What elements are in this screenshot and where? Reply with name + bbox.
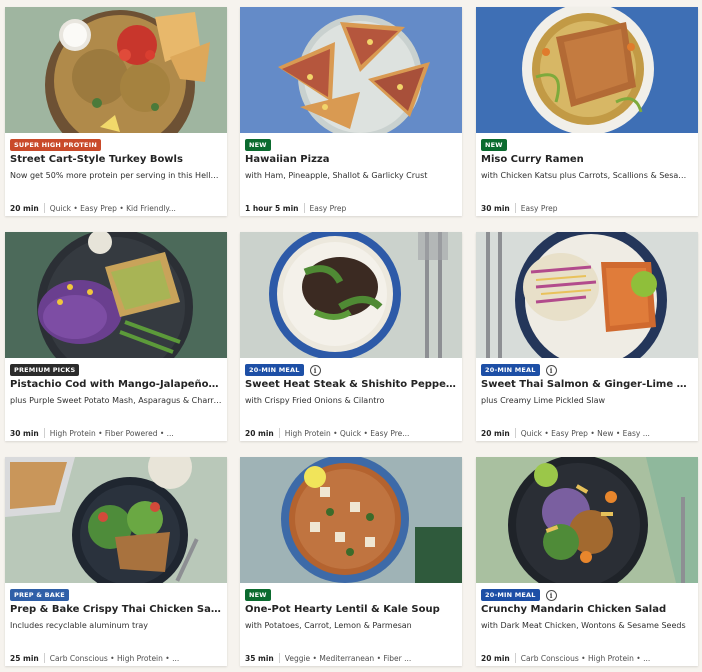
recipe-meta: 30 min High Protein • Fiber Powered • ..… <box>10 428 222 438</box>
recipe-title[interactable]: Miso Curry Ramen <box>481 154 693 165</box>
recipe-photo[interactable] <box>240 7 462 133</box>
recipe-photo[interactable] <box>240 457 462 583</box>
recipe-card-hawaiian-pizza[interactable]: NEW Hawaiian Pizza with Ham, Pineapple, … <box>240 7 462 216</box>
recipe-card-lentil-kale-soup[interactable]: NEW One-Pot Hearty Lentil & Kale Soup wi… <box>240 457 462 666</box>
recipe-subtitle: with Dark Meat Chicken, Wontons & Sesame… <box>481 621 686 630</box>
badge-new: NEW <box>245 139 271 151</box>
divider <box>514 428 516 438</box>
recipe-title[interactable]: Crunchy Mandarin Chicken Salad <box>481 604 693 615</box>
recipe-subtitle: Includes recyclable aluminum tray <box>10 621 149 630</box>
recipe-photo[interactable] <box>240 232 462 358</box>
recipe-meta: 20 min Quick • Easy Prep • Kid Friendly.… <box>10 203 222 213</box>
badge-new: NEW <box>481 139 507 151</box>
recipe-time: 30 min <box>481 203 510 213</box>
recipe-tags: Carb Conscious • High Protein • ... <box>49 653 180 663</box>
recipe-photo[interactable] <box>5 7 227 133</box>
recipe-subtitle: with Potatoes, Carrot, Lemon & Parmesan <box>245 621 412 630</box>
recipe-tags: Easy Prep <box>309 203 347 213</box>
badge-20-min-meal: 20-MIN MEAL <box>481 364 540 376</box>
badge-new: NEW <box>245 589 271 601</box>
recipe-time: 35 min <box>245 653 274 663</box>
recipe-meta: 35 min Veggie • Mediterranean • Fiber ..… <box>245 653 457 663</box>
recipe-meta: 25 min Carb Conscious • High Protein • .… <box>10 653 222 663</box>
recipe-tags: Carb Conscious • High Protein • ... <box>520 653 651 663</box>
recipe-photo[interactable] <box>476 232 698 358</box>
recipe-time: 25 min <box>10 653 39 663</box>
info-icon[interactable]: i <box>545 364 557 376</box>
recipe-title[interactable]: Street Cart-Style Turkey Bowls <box>10 154 222 165</box>
badge-20-min-meal: 20-MIN MEAL <box>481 589 540 601</box>
recipe-tags: Veggie • Mediterranean • Fiber ... <box>284 653 412 663</box>
recipe-subtitle: plus Purple Sweet Potato Mash, Asparagus… <box>10 396 222 405</box>
recipe-photo[interactable] <box>476 7 698 133</box>
recipe-meta: 20 min Quick • Easy Prep • New • Easy ..… <box>481 428 693 438</box>
recipe-meta: 30 min Easy Prep <box>481 203 693 213</box>
recipe-time: 1 hour 5 min <box>245 203 299 213</box>
recipe-card-prep-bake-thai-chicken[interactable]: PREP & BAKE Prep & Bake Crispy Thai Chic… <box>5 457 227 666</box>
badge-prep-bake: PREP & BAKE <box>10 589 69 601</box>
recipe-tags: Quick • Easy Prep • New • Easy ... <box>520 428 650 438</box>
divider <box>514 203 516 213</box>
recipe-time: 20 min <box>481 428 510 438</box>
recipe-subtitle: Now get 50% more protein per serving in … <box>10 171 222 180</box>
recipe-time: 20 min <box>245 428 274 438</box>
recipe-tags: Easy Prep <box>520 203 558 213</box>
divider <box>43 203 45 213</box>
recipe-meta: 20 min High Protein • Quick • Easy Pre..… <box>245 428 457 438</box>
recipe-card-pistachio-cod[interactable]: PREMIUM PICKS Pistachio Cod with Mango-J… <box>5 232 227 441</box>
recipe-card-crunchy-mandarin-chicken[interactable]: 20-MIN MEAL i Crunchy Mandarin Chicken S… <box>476 457 698 666</box>
recipe-time: 20 min <box>481 653 510 663</box>
divider <box>43 428 45 438</box>
recipe-tags: Quick • Easy Prep • Kid Friendly... <box>49 203 176 213</box>
recipe-subtitle: with Chicken Katsu plus Carrots, Scallio… <box>481 171 693 180</box>
recipe-photo[interactable] <box>476 457 698 583</box>
divider <box>303 203 305 213</box>
recipe-subtitle: plus Creamy Lime Pickled Slaw <box>481 396 606 405</box>
recipe-title[interactable]: Prep & Bake Crispy Thai Chicken Salad <box>10 604 222 615</box>
recipe-title[interactable]: One-Pot Hearty Lentil & Kale Soup <box>245 604 457 615</box>
divider <box>43 653 45 663</box>
divider <box>278 428 280 438</box>
recipe-card-turkey-bowls[interactable]: SUPER HIGH PROTEIN Street Cart-Style Tur… <box>5 7 227 216</box>
recipe-photo[interactable] <box>5 232 227 358</box>
badge-super-high-protein: SUPER HIGH PROTEIN <box>10 139 101 151</box>
recipe-title[interactable]: Sweet Thai Salmon & Ginger-Lime Rice <box>481 379 693 390</box>
recipe-time: 30 min <box>10 428 39 438</box>
recipe-subtitle: with Ham, Pineapple, Shallot & Garlicky … <box>245 171 428 180</box>
recipe-tags: High Protein • Fiber Powered • ... <box>49 428 174 438</box>
info-icon[interactable]: i <box>309 364 321 376</box>
divider <box>278 653 280 663</box>
recipe-time: 20 min <box>10 203 39 213</box>
badge-20-min-meal: 20-MIN MEAL <box>245 364 304 376</box>
recipe-meta: 1 hour 5 min Easy Prep <box>245 203 457 213</box>
recipe-card-sweet-heat-steak[interactable]: 20-MIN MEAL i Sweet Heat Steak & Shishit… <box>240 232 462 441</box>
recipe-tags: High Protein • Quick • Easy Pre... <box>284 428 410 438</box>
recipe-title[interactable]: Sweet Heat Steak & Shishito Pepper Ric..… <box>245 379 457 390</box>
recipe-card-sweet-thai-salmon[interactable]: 20-MIN MEAL i Sweet Thai Salmon & Ginger… <box>476 232 698 441</box>
recipe-card-miso-curry-ramen[interactable]: NEW Miso Curry Ramen with Chicken Katsu … <box>476 7 698 216</box>
recipe-subtitle: with Crispy Fried Onions & Cilantro <box>245 396 385 405</box>
badge-premium-picks: PREMIUM PICKS <box>10 364 80 376</box>
divider <box>514 653 516 663</box>
recipe-title[interactable]: Pistachio Cod with Mango-Jalapeño Salsa <box>10 379 222 390</box>
recipe-photo[interactable] <box>5 457 227 583</box>
recipe-title[interactable]: Hawaiian Pizza <box>245 154 457 165</box>
info-icon[interactable]: i <box>545 589 557 601</box>
recipe-meta: 20 min Carb Conscious • High Protein • .… <box>481 653 693 663</box>
